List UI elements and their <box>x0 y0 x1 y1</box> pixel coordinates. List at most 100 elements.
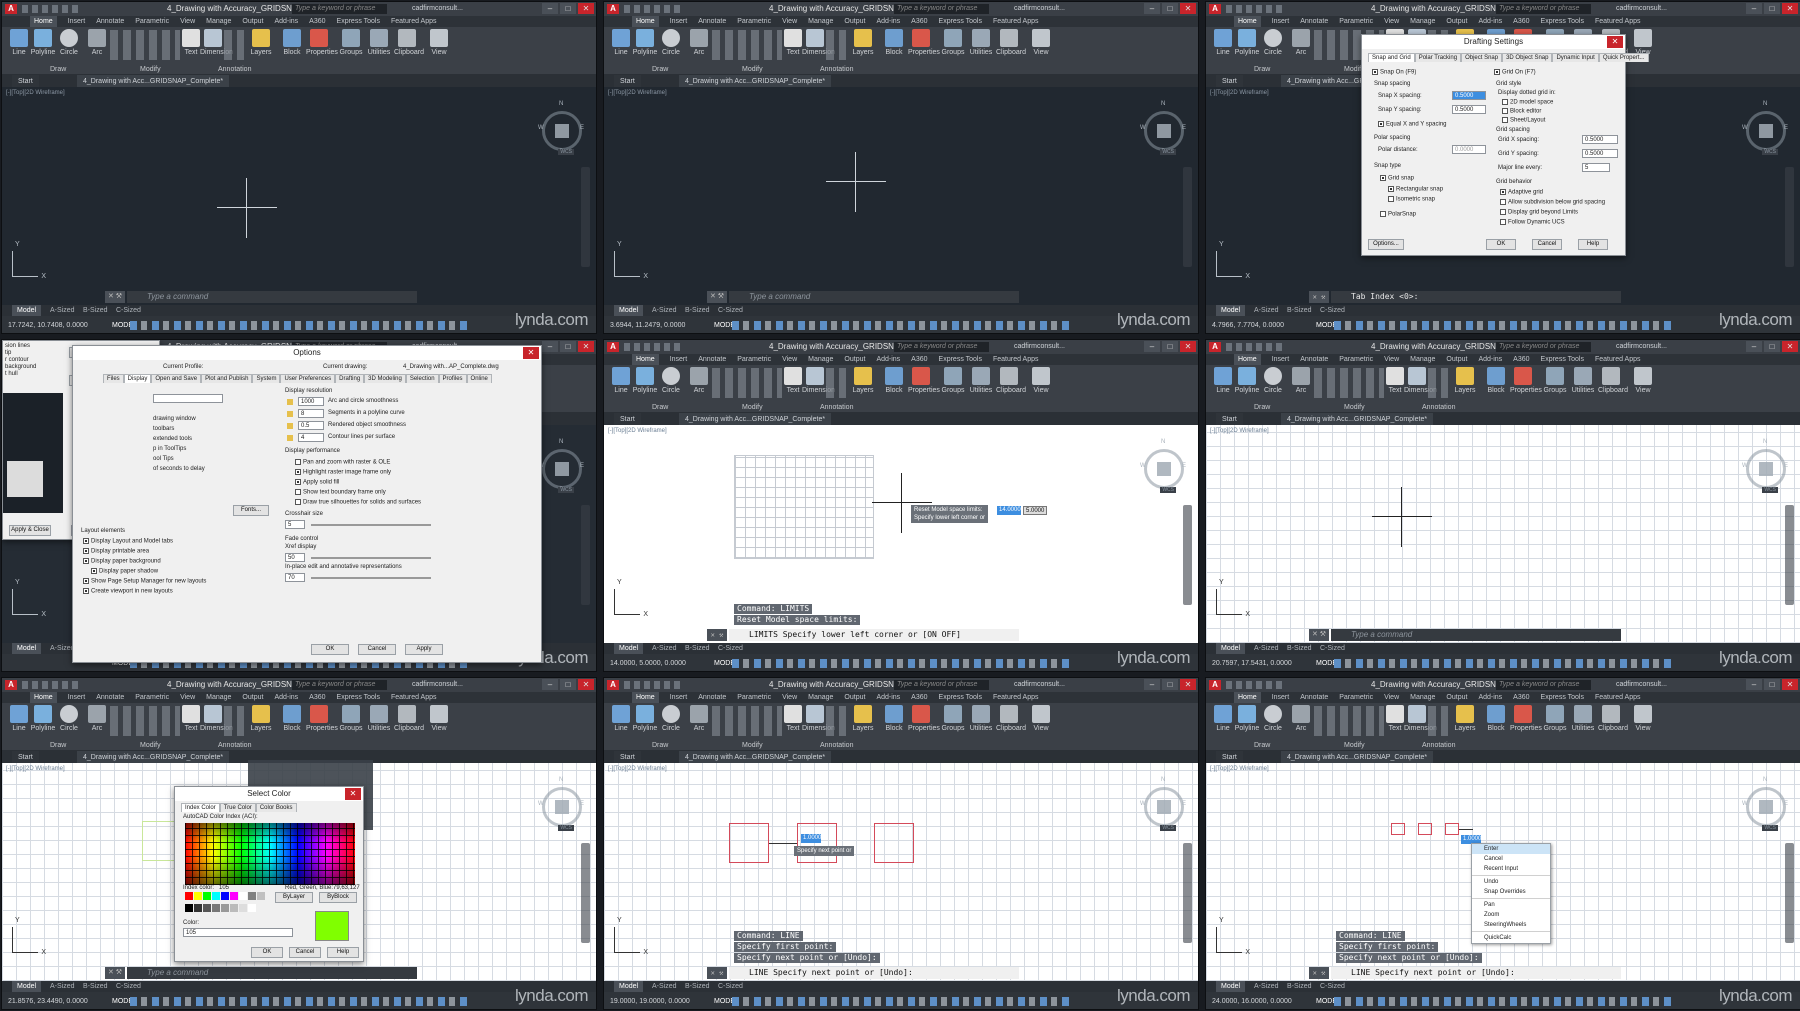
layout-tab-b-sized[interactable]: B-Sized <box>1282 643 1317 654</box>
user-account[interactable]: cadfirmconsult... <box>1014 340 1065 354</box>
tab-open-and-save[interactable]: Open and Save <box>151 374 202 383</box>
color-swatch[interactable] <box>221 892 229 900</box>
drawing-viewport[interactable]: [-][Top][2D Wireframe] NWES YX LINE Spec… <box>604 763 1198 981</box>
tool-polyline-button[interactable]: Polyline <box>1234 705 1260 737</box>
isometric-snap-radio[interactable]: Isometric snap <box>1388 196 1435 203</box>
ok-button[interactable]: OK <box>311 644 349 655</box>
tool-clipboard-button[interactable]: Clipboard <box>394 29 424 61</box>
tool-view-button[interactable]: View <box>1028 367 1054 399</box>
status-toggles[interactable] <box>130 321 470 330</box>
ribbon-tab-featured-apps[interactable]: Featured Apps <box>1595 692 1641 703</box>
bylayer-button[interactable]: ByLayer <box>275 892 313 903</box>
annotation-tools[interactable] <box>826 706 846 736</box>
ribbon-tab-add-ins[interactable]: Add-ins <box>876 354 900 365</box>
resolution-input-1[interactable]: 1000 <box>298 397 324 406</box>
tool-properties-button[interactable]: Properties <box>908 705 940 737</box>
viewport-controls-label[interactable]: [-][Top][2D Wireframe] <box>608 428 667 434</box>
checkbox[interactable] <box>295 469 301 475</box>
tool-arc-button[interactable]: Arc <box>686 367 712 399</box>
snap-y-spacing-input[interactable]: 0.5000 <box>1452 105 1486 114</box>
layout-tab-b-sized[interactable]: B-Sized <box>680 305 715 316</box>
search-box[interactable]: Type a keyword or phrase <box>1496 342 1591 352</box>
ribbon-tab-manage[interactable]: Manage <box>1410 354 1435 365</box>
checkbox[interactable] <box>295 459 301 465</box>
tab-drafting[interactable]: Drafting <box>335 374 365 383</box>
tool-clipboard-button[interactable]: Clipboard <box>996 367 1026 399</box>
checkbox[interactable] <box>91 568 97 574</box>
viewcube-n[interactable]: N <box>1161 101 1165 107</box>
viewcube[interactable]: NWES <box>538 773 584 833</box>
tab-start[interactable]: Start <box>1216 75 1243 87</box>
quick-access-toolbar[interactable] <box>624 343 684 351</box>
layout-tab-c-sized[interactable]: C-Sized <box>713 981 748 992</box>
wcs-label[interactable]: WCS <box>558 149 574 155</box>
user-account[interactable]: cadfirmconsult... <box>412 2 463 16</box>
gray-swatch[interactable] <box>239 904 247 912</box>
tool-arc-button[interactable]: Arc <box>686 705 712 737</box>
tab-selection[interactable]: Selection <box>405 374 439 383</box>
wcs-label[interactable]: WCS <box>1160 487 1176 493</box>
drawing-viewport[interactable]: [-][Top][2D Wireframe] NWES YX LIMITS Sp… <box>604 425 1198 643</box>
layout-tab-a-sized[interactable]: A-Sized <box>647 305 682 316</box>
tab-index-color[interactable]: Index Color <box>181 803 220 812</box>
tool-layers-button[interactable]: Layers <box>850 705 876 737</box>
gray-swatch[interactable] <box>221 904 229 912</box>
tool-line-button[interactable]: Line <box>1210 705 1236 737</box>
tab-start[interactable]: Start <box>614 75 641 87</box>
navigation-bar[interactable] <box>1785 505 1794 605</box>
tab-online[interactable]: Online <box>466 374 492 383</box>
viewcube-w[interactable]: W <box>538 125 544 131</box>
grid-behavior-checkbox[interactable]: Display grid beyond Limits <box>1500 209 1578 216</box>
ribbon-tab-manage[interactable]: Manage <box>206 16 231 27</box>
viewcube[interactable]: NWES <box>1140 97 1186 157</box>
checkbox[interactable] <box>1502 99 1508 105</box>
viewcube-n[interactable]: N <box>1763 439 1767 445</box>
tool-line-button[interactable]: Line <box>6 29 32 61</box>
annotation-tools[interactable] <box>1428 706 1448 736</box>
tool-layers-button[interactable]: Layers <box>248 705 274 737</box>
group-label-annotation[interactable]: Annotation <box>1422 741 1455 750</box>
user-account[interactable]: cadfirmconsult... <box>1616 2 1667 16</box>
modify-tools[interactable] <box>712 706 782 736</box>
checkbox[interactable] <box>1502 108 1508 114</box>
context-list-item[interactable]: sion lines <box>5 343 30 349</box>
performance-checkbox[interactable]: Draw true silhouettes for solids and sur… <box>295 499 421 506</box>
ribbon-tab-annotate[interactable]: Annotate <box>96 16 124 27</box>
command-line[interactable]: Type a command <box>1309 629 1621 641</box>
checkbox[interactable] <box>83 578 89 584</box>
tool-dimension-button[interactable]: Dimension <box>200 29 233 61</box>
tab-start[interactable]: Start <box>12 751 39 763</box>
group-label-modify[interactable]: Modify <box>1344 403 1365 412</box>
autocad-logo[interactable]: A <box>1209 4 1221 14</box>
tool-line-button[interactable]: Line <box>608 705 634 737</box>
checkbox[interactable] <box>1372 69 1378 75</box>
navigation-bar[interactable] <box>1785 843 1794 943</box>
menu-item-snap-overrides[interactable]: Snap Overrides <box>1472 887 1550 897</box>
tool-utilities-button[interactable]: Utilities <box>1570 367 1596 399</box>
ribbon-tab-insert[interactable]: Insert <box>1272 692 1290 703</box>
resolution-input-3[interactable]: 0.5 <box>298 421 324 430</box>
annotation-tools[interactable] <box>224 30 244 60</box>
group-label-annotation[interactable]: Annotation <box>820 741 853 750</box>
viewcube-e[interactable]: E <box>580 463 584 469</box>
minimize-icon[interactable]: – <box>1746 3 1762 14</box>
tab-drawing-file[interactable]: 4_Drawing with Acc...GRIDSNAP_Complete* <box>679 413 832 425</box>
user-account[interactable]: cadfirmconsult... <box>1616 678 1667 692</box>
checkbox[interactable] <box>1494 69 1500 75</box>
ribbon-tab-output[interactable]: Output <box>242 16 263 27</box>
checkbox[interactable] <box>1500 209 1506 215</box>
restore-icon[interactable]: □ <box>560 3 576 14</box>
group-label-draw[interactable]: Draw <box>1254 403 1270 412</box>
tool-circle-button[interactable]: Circle <box>56 29 82 61</box>
ribbon-tab-a360[interactable]: A360 <box>911 692 927 703</box>
viewport-controls-label[interactable]: [-][Top][2D Wireframe] <box>608 766 667 772</box>
tool-block-button[interactable]: Block <box>279 29 305 61</box>
viewport-controls-label[interactable]: [-][Top][2D Wireframe] <box>1210 766 1269 772</box>
layout-tab-c-sized[interactable]: C-Sized <box>1315 305 1350 316</box>
group-label-annotation[interactable]: Annotation <box>218 741 251 750</box>
layout-tab-b-sized[interactable]: B-Sized <box>78 305 113 316</box>
tab-polar-tracking[interactable]: Polar Tracking <box>1414 53 1462 62</box>
group-label-annotation[interactable]: Annotation <box>1422 403 1455 412</box>
restore-icon[interactable]: □ <box>1764 341 1780 352</box>
tab-drawing-file[interactable]: 4_Drawing with Acc...GRIDSNAP_Complete* <box>77 751 230 763</box>
